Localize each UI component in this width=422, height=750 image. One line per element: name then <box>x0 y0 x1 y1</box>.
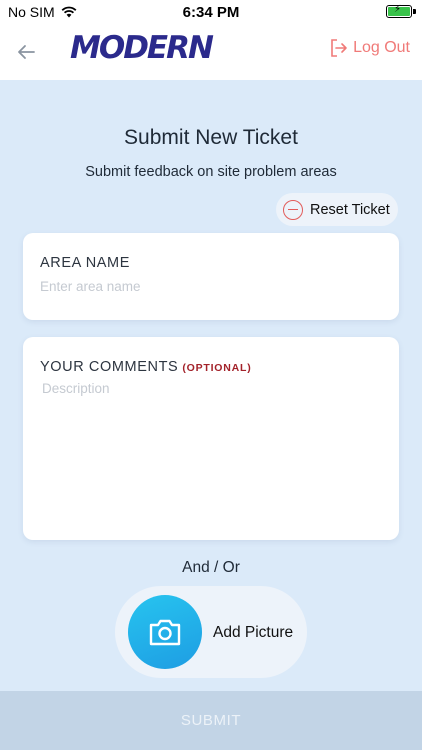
status-bar: No SIM 6:34 PM <box>0 0 422 24</box>
area-name-input[interactable] <box>40 279 382 294</box>
area-name-label: AREA NAME <box>40 255 131 271</box>
comments-label-row: YOUR COMMENTS (OPTIONAL) <box>40 359 382 375</box>
submit-label: SUBMIT <box>180 712 242 729</box>
camera-icon <box>149 619 181 646</box>
reset-ticket-button[interactable]: Reset Ticket <box>276 193 398 226</box>
add-picture-label: Add Picture <box>213 624 294 641</box>
arrow-left-icon <box>18 45 35 59</box>
optional-tag: (OPTIONAL) <box>182 362 252 374</box>
logout-label: Log Out <box>353 39 410 56</box>
logout-icon <box>331 39 347 57</box>
page-title: Submit New Ticket <box>124 126 298 149</box>
modern-logo: MODERN <box>70 30 214 66</box>
logout-button[interactable]: Log Out <box>329 36 410 60</box>
add-picture-button[interactable]: Add Picture <box>115 586 307 678</box>
minus-circle-icon <box>283 199 303 220</box>
status-time: 6:34 PM <box>182 4 240 21</box>
camera-button[interactable] <box>128 595 202 669</box>
battery-cap <box>413 9 416 14</box>
app-header: MODERN Log Out <box>0 24 422 80</box>
back-button[interactable] <box>12 38 40 66</box>
comments-card: YOUR COMMENTS (OPTIONAL) <box>23 337 399 540</box>
comments-label: YOUR COMMENTS <box>40 359 179 375</box>
reset-ticket-label: Reset Ticket <box>310 201 390 218</box>
and-or-label: And / Or <box>182 559 240 576</box>
submit-button[interactable]: SUBMIT <box>0 691 422 750</box>
comments-textarea[interactable] <box>40 381 382 511</box>
page-subtitle: Submit feedback on site problem areas <box>85 164 337 180</box>
battery-charging-icon <box>386 4 412 18</box>
area-name-card: AREA NAME <box>23 233 399 320</box>
